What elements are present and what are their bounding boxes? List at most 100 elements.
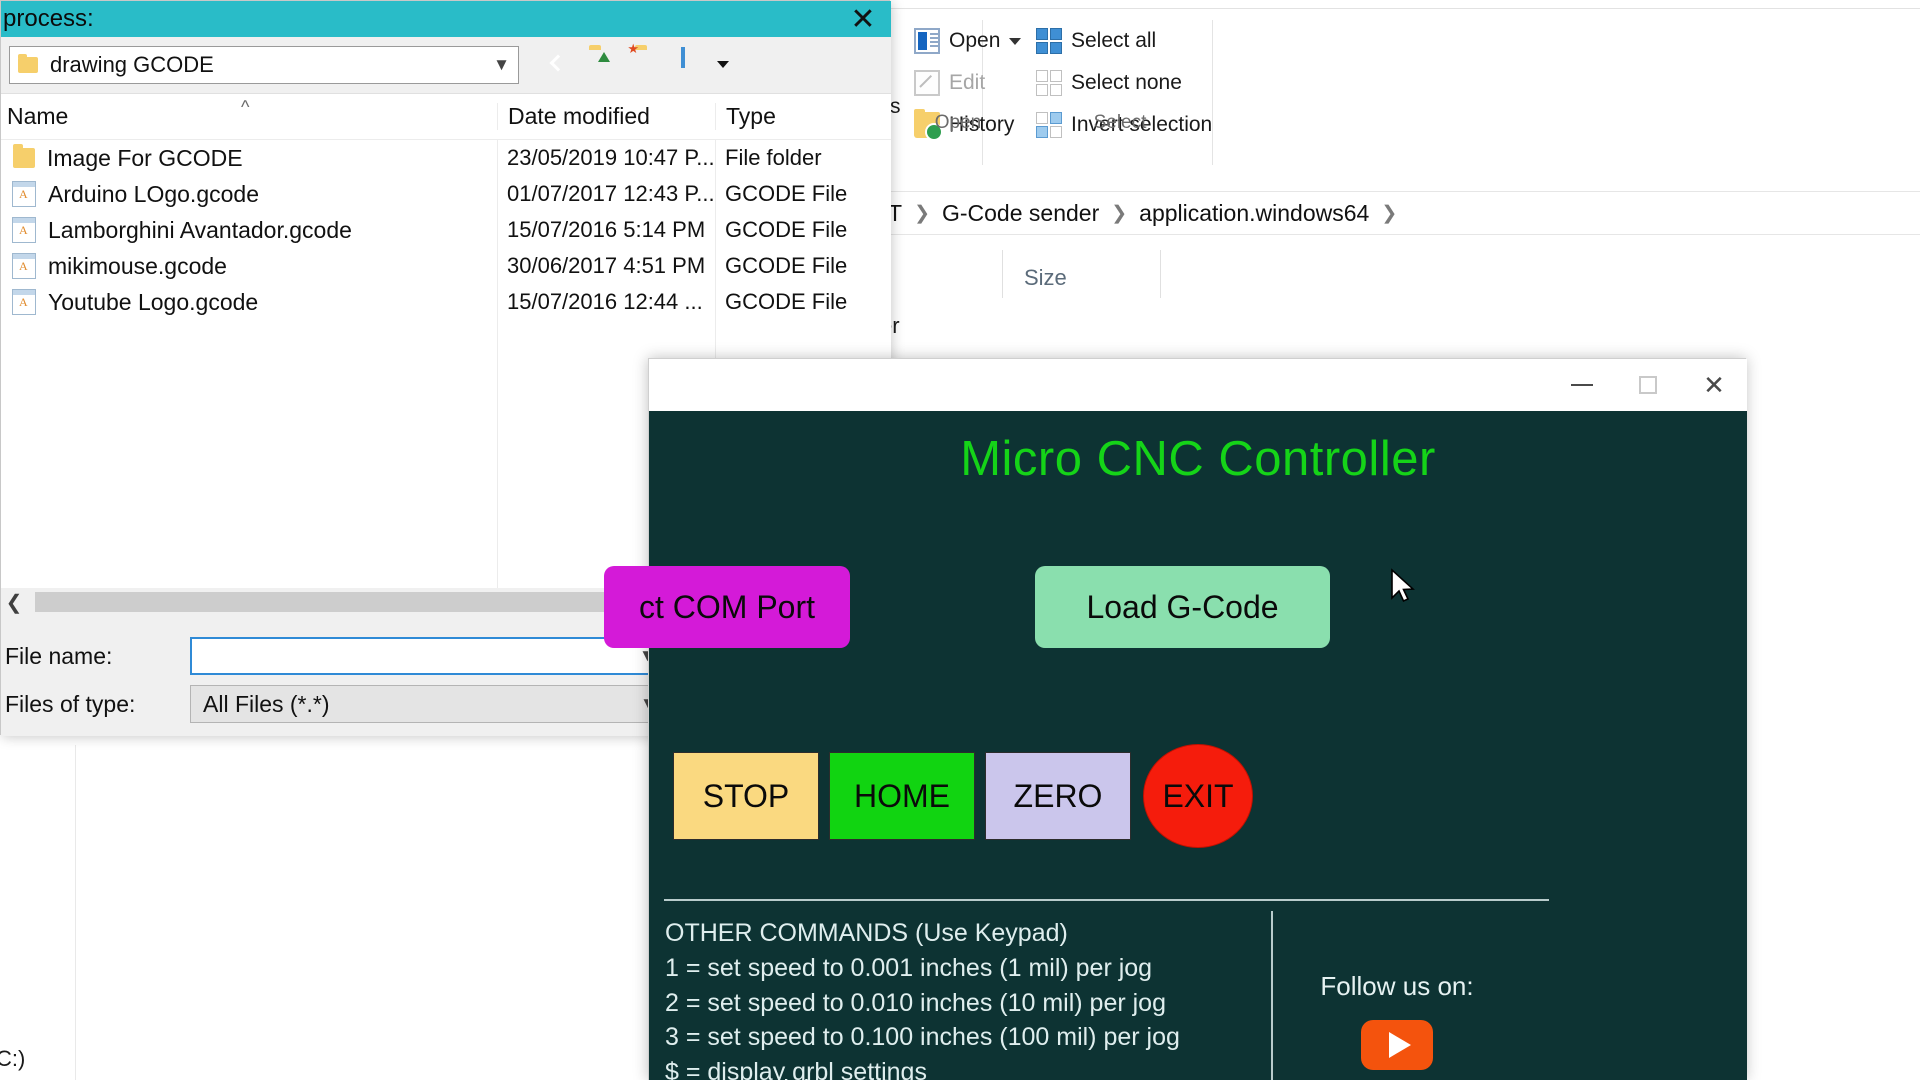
gcode-file-icon [12,181,36,207]
ribbon-select-none-label: Select none [1071,71,1182,95]
dialog-toolbar: drawing GCODE ▼ [1,37,891,93]
file-name-label: File name: [5,643,190,670]
file-name-cell[interactable]: Lamborghini Avantador.gcode [1,217,497,244]
screen: Open Edit History Open Select all [0,0,1920,1080]
explorer-panel-divider [75,745,76,1080]
file-type-cell: GCODE File [715,217,885,243]
vertical-divider [1271,911,1273,1080]
file-name-cell[interactable]: mikimouse.gcode [1,253,497,280]
zero-button[interactable]: ZERO [985,752,1131,840]
gcode-file-icon [12,253,36,279]
dialog-title-bar: process: ✕ [1,1,891,37]
table-row[interactable]: Lamborghini Avantador.gcode 15/07/2016 5… [1,212,891,248]
file-name-cell[interactable]: Image For GCODE [1,145,497,172]
ribbon-select-caption: Select [1030,112,1210,134]
files-of-type-dropdown[interactable]: All Files (*.*) ▼ [190,685,670,723]
command-line: 2 = set speed to 0.010 inches (10 mil) p… [665,986,1180,1021]
micro-cnc-controller-window: ✕ Micro CNC Controller ct COM Port Load … [648,358,1746,1080]
file-name-row: File name: ▼ [5,637,670,675]
look-in-value: drawing GCODE [50,52,481,78]
ribbon-open-label: Open [949,29,1000,53]
close-icon[interactable]: ✕ [835,1,891,37]
file-date-cell: 15/07/2016 12:44 ... [497,289,715,315]
chevron-right-icon: ❯ [1111,202,1127,225]
ribbon-edit-label: Edit [949,71,985,95]
files-of-type-row: Files of type: All Files (*.*) ▼ [5,685,670,723]
table-row[interactable]: mikimouse.gcode 30/06/2017 4:51 PM GCODE… [1,248,891,284]
other-commands-block: OTHER COMMANDS (Use Keypad) 1 = set spee… [665,916,1180,1080]
chevron-right-icon: ❯ [914,202,930,225]
chevron-left-icon[interactable]: ❮ [1,590,27,615]
table-row[interactable]: Image For GCODE 23/05/2019 10:47 P... Fi… [1,140,891,176]
column-header-date-modified[interactable]: Date modified [497,103,715,130]
exit-button[interactable]: EXIT [1143,744,1253,848]
breadcrumb-item-2[interactable]: application.windows64 [1139,200,1369,227]
ribbon-group-open: Open Edit History Open [908,22,982,144]
home-button[interactable]: HOME [829,752,975,840]
stop-button[interactable]: STOP [673,752,819,840]
column-divider [497,140,498,589]
breadcrumb[interactable]: T ❯ G-Code sender ❯ application.windows6… [880,191,1920,235]
chevron-right-icon: ❯ [1381,202,1397,225]
ribbon-select-all-label: Select all [1071,29,1156,53]
serial-port-status: current serial port: COM57 [659,1074,965,1080]
follow-us-section: Follow us on: f [1307,971,1487,1080]
column-header-name[interactable]: Name ^ [1,103,497,130]
select-none-icon [1036,70,1062,96]
file-type-cell: GCODE File [715,289,885,315]
views-icon[interactable] [681,49,727,81]
youtube-icon[interactable] [1361,1020,1433,1070]
back-icon[interactable] [543,49,575,81]
ribbon-top-divider [890,8,1920,9]
edit-pencil-icon [914,70,940,96]
ribbon-group-select: Select all Select none Invert selection … [1030,22,1210,144]
ribbon-select-all-button[interactable]: Select all [1030,22,1210,60]
select-all-icon [1036,28,1062,54]
sort-ascending-icon: ^ [241,97,249,118]
ribbon-select-none-button[interactable]: Select none [1030,64,1210,102]
cnc-title-bar: ✕ [649,359,1747,411]
close-icon[interactable]: ✕ [1681,359,1747,411]
up-one-level-icon[interactable] [589,49,621,81]
follow-us-label: Follow us on: [1307,971,1487,1002]
dialog-toolbar-icons [543,49,727,81]
scrollbar-thumb[interactable] [35,592,700,612]
breadcrumb-item-1[interactable]: G-Code sender [942,200,1099,227]
file-type-cell: File folder [715,145,885,171]
chevron-down-icon[interactable]: ▼ [493,55,510,75]
maximize-icon[interactable] [1615,359,1681,411]
table-row[interactable]: Youtube Logo.gcode 15/07/2016 12:44 ... … [1,284,891,320]
column-header-type[interactable]: Type [715,103,885,130]
chevron-down-icon[interactable] [1009,38,1021,45]
cnc-control-row: STOP HOME ZERO EXIT [649,752,1747,842]
file-date-cell: 15/07/2016 5:14 PM [497,217,715,243]
open-pane-icon [914,28,940,54]
look-in-dropdown[interactable]: drawing GCODE ▼ [9,46,519,84]
dialog-title: process: [1,5,94,33]
ribbon-open-button[interactable]: Open [908,22,982,60]
command-line: 1 = set speed to 0.001 inches (1 mil) pe… [665,951,1180,986]
file-date-cell: 23/05/2019 10:47 P... [497,145,715,171]
gcode-file-icon [12,217,36,243]
load-gcode-button[interactable]: Load G-Code [1035,566,1330,648]
file-name-cell[interactable]: Arduino LOgo.gcode [1,181,497,208]
files-of-type-value: All Files (*.*) [203,691,330,718]
file-date-cell: 01/07/2017 12:43 P... [497,181,715,207]
other-commands-heading: OTHER COMMANDS (Use Keypad) [665,916,1180,951]
section-divider [664,899,1549,901]
file-list-header: Name ^ Date modified Type [1,94,891,140]
select-com-port-button[interactable]: ct COM Port [604,566,850,648]
file-name-input[interactable]: ▼ [190,637,670,675]
minimize-icon[interactable] [1549,359,1615,411]
page-title: Micro CNC Controller [649,431,1747,487]
ribbon-edit-button[interactable]: Edit [908,64,982,102]
new-folder-icon[interactable] [635,49,667,81]
explorer-drive-label: C:) [0,1046,25,1072]
table-row[interactable]: Arduino LOgo.gcode 01/07/2017 12:43 P...… [1,176,891,212]
files-of-type-label: Files of type: [5,691,190,718]
column-header-size[interactable]: Size [1010,265,1067,291]
folder-icon [13,148,35,168]
gcode-file-icon [12,289,36,315]
file-name-cell[interactable]: Youtube Logo.gcode [1,289,497,316]
ribbon-left-fragment-label: s [890,95,901,119]
